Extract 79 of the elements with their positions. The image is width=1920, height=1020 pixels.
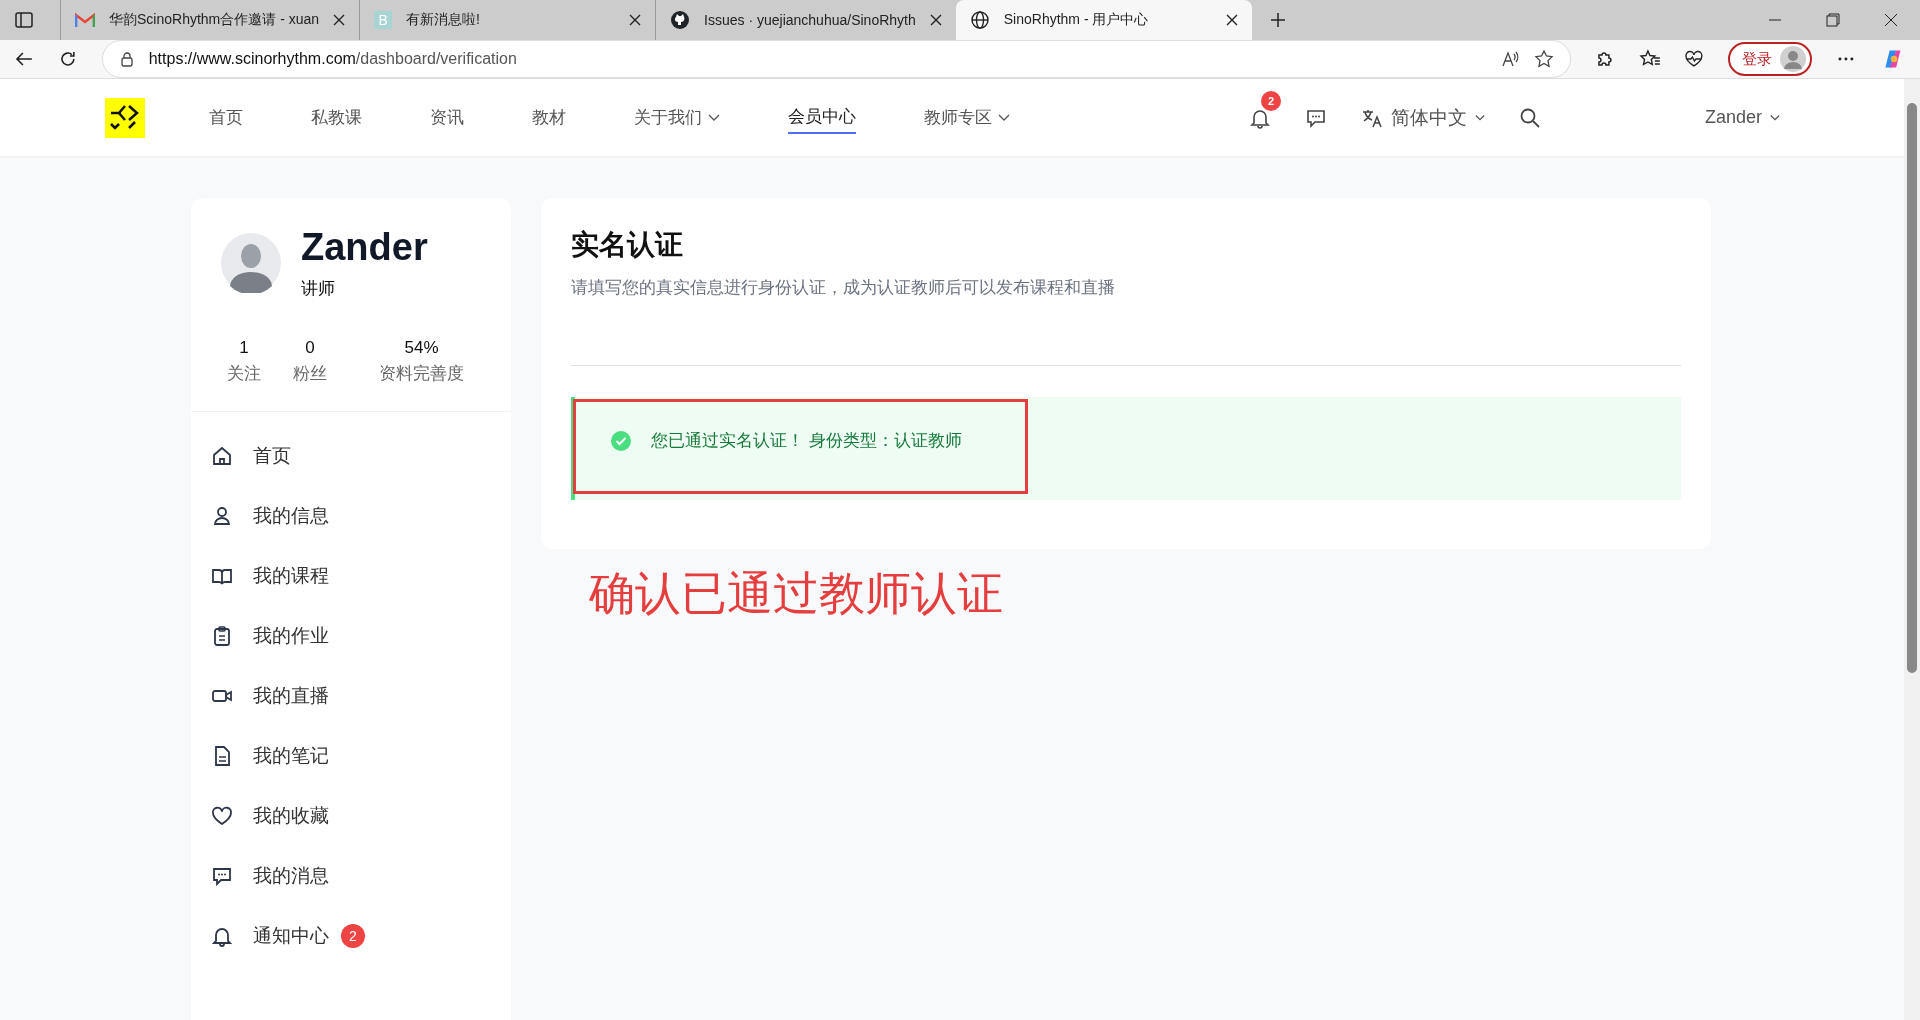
user-icon [211, 505, 233, 527]
chevron-down-icon [1474, 113, 1485, 122]
sidebar-item[interactable]: 我的作业 [211, 606, 511, 666]
globe-icon [969, 10, 990, 30]
close-icon[interactable] [929, 14, 942, 26]
menu-label: 通知中心 [253, 924, 329, 948]
logo-icon[interactable] [105, 97, 145, 138]
cat-icon [670, 10, 691, 30]
home-icon [211, 445, 233, 467]
stat-label: 关注 [227, 363, 261, 385]
nav-link[interactable]: 教材 [532, 101, 566, 134]
avatar-icon [1780, 46, 1807, 72]
sidebar-item[interactable]: 首页 [211, 426, 511, 486]
star-icon[interactable] [1533, 49, 1554, 69]
site-icon: B [374, 11, 393, 29]
page-title: 实名认证 [571, 228, 684, 262]
nav-link[interactable]: 首页 [209, 101, 243, 134]
menu-label: 我的笔记 [253, 744, 329, 768]
close-icon[interactable] [629, 14, 642, 26]
stat-value: 0 [305, 338, 315, 358]
search-icon[interactable] [1518, 106, 1541, 129]
login-button[interactable]: 登录 [1728, 42, 1813, 76]
nav-link[interactable]: 资讯 [430, 101, 464, 134]
chevron-down-icon [1770, 113, 1780, 122]
count-badge: 2 [341, 924, 365, 948]
sidebar-item[interactable]: 我的直播 [211, 666, 511, 726]
nav-link[interactable]: 会员中心 [788, 101, 856, 134]
avatar-icon [221, 233, 281, 293]
nav-link[interactable]: 私教课 [311, 101, 362, 134]
new-tab-icon[interactable] [1269, 12, 1286, 28]
notification-badge: 2 [1260, 90, 1281, 111]
tab-actions-icon[interactable] [14, 10, 34, 30]
stat-label: 资料完善度 [379, 363, 464, 385]
profile-role: 讲师 [301, 278, 336, 300]
close-icon[interactable] [333, 14, 346, 26]
menu-label: 我的消息 [253, 864, 329, 888]
menu-label: 我的收藏 [253, 804, 329, 828]
stat-value: 1 [239, 338, 249, 358]
menu-label: 首页 [253, 444, 291, 468]
menu-label: 我的作业 [253, 624, 329, 648]
browser-tab[interactable]: SinoRhythm - 用户中心 [955, 0, 1252, 40]
sidebar-item[interactable]: 通知中心 2 [211, 906, 511, 966]
menu-label: 我的直播 [253, 684, 329, 708]
restore-icon[interactable] [1826, 13, 1840, 27]
url-text: https://www.scinorhythm.com/dashboard/verification [148, 50, 517, 68]
sidebar-item[interactable]: 我的消息 [211, 846, 511, 906]
read-aloud-icon[interactable] [1499, 49, 1520, 69]
profile-name: Zander [301, 226, 428, 269]
nav-link[interactable]: 关于我们 [634, 101, 720, 134]
bell-icon [211, 925, 233, 947]
menu-label: 我的信息 [253, 504, 329, 528]
stat-label: 粉丝 [293, 363, 327, 385]
chat-icon [211, 865, 233, 887]
sidebar-item[interactable]: 我的信息 [211, 486, 511, 546]
mail-icon [75, 12, 95, 28]
clipboard-icon [211, 625, 233, 647]
check-circle-icon [611, 430, 631, 451]
heart-pulse-icon[interactable] [1684, 49, 1705, 69]
page-subtitle: 请填写您的真实信息进行身份认证，成为认证教师后可以发布课程和直播 [571, 277, 1116, 299]
heart-icon [211, 805, 233, 827]
sidebar-item[interactable]: 我的收藏 [211, 786, 511, 846]
tab-title: SinoRhythm - 用户中心 [1003, 11, 1150, 29]
lock-icon [118, 51, 135, 67]
tab-title: Issues · yuejianchuhua/SinoRhyth [704, 12, 916, 28]
tab-title: 有新消息啦! [406, 11, 481, 29]
tab-title: 华韵ScinoRhythm合作邀请 - xuan [109, 11, 320, 29]
sidebar-item[interactable]: 我的笔记 [211, 726, 511, 786]
nav-link[interactable]: 教师专区 [924, 101, 1010, 134]
stat-value: 54% [404, 338, 439, 358]
scrollbar[interactable] [1904, 79, 1920, 1020]
close-icon[interactable] [1884, 13, 1898, 27]
address-field[interactable]: https://www.scinorhythm.com/dashboard/verification [101, 40, 1571, 78]
annotation-text: 确认已通过教师认证 [589, 566, 1004, 621]
menu-label: 我的课程 [253, 564, 329, 588]
language-selector[interactable]: 简体中文 [1360, 104, 1485, 131]
alert-message: 您已通过实名认证！ 身份类型：认证教师 [651, 430, 962, 452]
sidebar-item[interactable]: 我的课程 [211, 546, 511, 606]
user-menu[interactable]: Zander [1704, 107, 1780, 128]
close-icon[interactable] [1225, 14, 1238, 26]
